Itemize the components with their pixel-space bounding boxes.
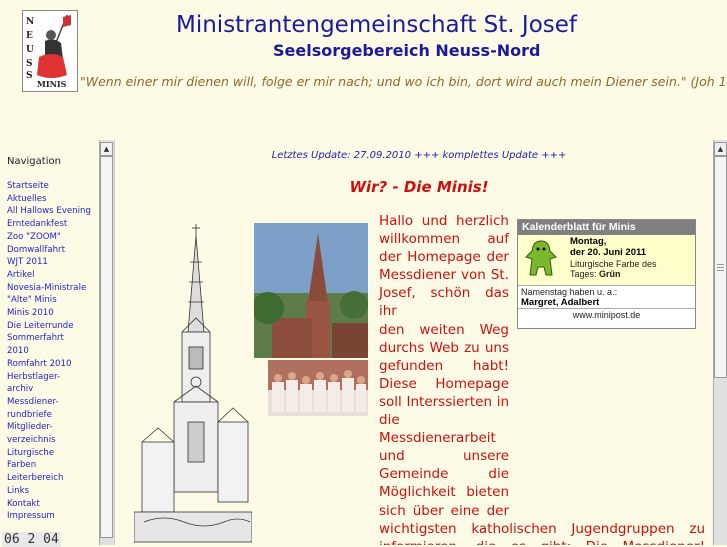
intro-line: Messdiener von St.	[379, 267, 509, 284]
page-heading: Wir? - Die Minis!	[349, 178, 489, 196]
intro-line: willkommen auf	[379, 231, 509, 248]
group-photo	[268, 360, 368, 416]
calendar-body: Montag, der 20. Juni 2011 Liturgische Fa…	[518, 235, 695, 286]
navigation-scrollbar[interactable]: ▲	[99, 140, 114, 545]
nav-link[interactable]: Mitglieder-	[7, 421, 97, 434]
intro-line: durchs Web zu uns	[379, 339, 509, 356]
intro-line: die	[379, 412, 400, 429]
nav-link[interactable]: Die Leiterrunde	[7, 320, 97, 333]
site-title: Ministrantengemeinschaft St. Josef	[176, 12, 577, 38]
church-drawing-image	[134, 224, 252, 543]
liturgical-color-row: Tages: Grün	[570, 269, 621, 279]
intro-line: der Homepage der	[379, 249, 509, 266]
nav-link[interactable]: Novesia-Ministrale	[7, 282, 97, 295]
main-scroll-up-icon[interactable]: ▲	[714, 142, 727, 156]
intro-line: Möglichkeit bieten	[379, 484, 509, 501]
calendar-title: Kalenderblatt für Minis	[518, 220, 695, 235]
navigation-frame: Navigation Startseite Aktuelles All Hallow…	[0, 140, 115, 547]
nav-link[interactable]: Sommerfahrt	[7, 332, 97, 345]
main-content-frame: Letztes Update: 27.09.2010 +++ komplette…	[129, 140, 713, 545]
intro-line: Messdienerarbeit	[379, 430, 496, 447]
intro-line: sich über eine der	[379, 502, 509, 519]
nav-link[interactable]: Artikel	[7, 269, 97, 282]
intro-line: informieren, die es gibt: Die Messdiener…	[379, 538, 705, 545]
intro-line: Hallo und herzlich	[379, 213, 509, 229]
name-day-names: Margret, Adalbert	[518, 297, 695, 309]
liturgical-color-label-2: Tages:	[570, 269, 597, 279]
nav-link[interactable]: Erntedankfest	[7, 218, 97, 231]
nav-link[interactable]: Minis 2010	[7, 307, 97, 320]
nav-link[interactable]: Leiterbereich	[7, 472, 97, 485]
nav-link[interactable]: Links	[7, 485, 97, 498]
intro-line: Josef, schön das ihr	[379, 285, 509, 320]
nav-link[interactable]: Domwallfahrt	[7, 244, 97, 257]
nav-link[interactable]: verzeichnis	[7, 434, 97, 447]
last-update-notice: Letztes Update: 27.09.2010 +++ komplette…	[271, 150, 567, 161]
nav-link[interactable]: Romfahrt 2010	[7, 358, 97, 371]
main-scrollbar[interactable]: ▲	[713, 140, 727, 545]
intro-line: soll Interssierten in	[379, 393, 509, 410]
page-header: N E U S S MINIS Ministrantengemeinschaft…	[0, 0, 727, 128]
nav-link[interactable]: Herbstlager-	[7, 371, 97, 384]
nav-link[interactable]: "Alte" Minis	[7, 294, 97, 307]
bible-quote: "Wenn einer mir dienen will, folge er mi…	[80, 74, 727, 89]
calendar-widget[interactable]: Kalenderblatt für Minis Montag, der 20. …	[517, 219, 696, 329]
scroll-thumb[interactable]	[100, 156, 113, 538]
main-scroll-thumb[interactable]	[714, 156, 727, 378]
intro-line: gefunden habt!	[379, 357, 509, 374]
logo-word: MINIS	[37, 79, 67, 89]
nav-link[interactable]: archiv	[7, 383, 97, 396]
intro-line: den weiten Weg	[379, 321, 509, 338]
nav-link[interactable]: WJT 2011	[7, 256, 97, 269]
nav-link[interactable]: rundbriefe	[7, 409, 97, 422]
nav-link[interactable]: Zoo "ZOOM"	[7, 231, 97, 244]
nav-link[interactable]: Startseite	[7, 180, 97, 193]
intro-line: Diese Homepage	[379, 375, 509, 392]
logo-letter-s1: S	[26, 59, 33, 69]
nav-link[interactable]: Impressum	[7, 510, 97, 523]
nav-link[interactable]: 2010	[7, 345, 97, 358]
minipost-link[interactable]: www.minipost.de	[518, 309, 695, 320]
nav-link[interactable]: Liturgische	[7, 447, 97, 460]
site-subtitle: Seelsorgebereich Neuss-Nord	[273, 41, 541, 60]
intro-line: Gemeinde die	[379, 466, 509, 483]
navigation-title: Navigation	[7, 156, 61, 167]
navigation-list: Startseite Aktuelles All Hallows Evening Er…	[7, 180, 97, 523]
name-day-label: Namenstag haben u. a.:	[521, 287, 618, 297]
nav-link[interactable]: All Hallows Evening	[7, 205, 97, 218]
logo-letter-u: U	[26, 45, 34, 55]
liturgical-color-label: Liturgische Farbe des	[570, 259, 657, 269]
nav-link[interactable]: Aktuelles	[7, 193, 97, 206]
minis-logo[interactable]: N E U S S MINIS	[22, 10, 78, 92]
scroll-up-icon[interactable]: ▲	[100, 142, 113, 156]
intro-line: und unsere	[379, 448, 509, 465]
nav-link[interactable]: Farben	[7, 459, 97, 472]
logo-letter-s2: S	[26, 71, 33, 81]
calendar-date: der 20. Juni 2011	[570, 247, 647, 258]
logo-letter-n: N	[26, 17, 35, 27]
minipost-figure-icon	[525, 240, 557, 276]
nav-link[interactable]: Messdiener-	[7, 396, 97, 409]
intro-line: wichtigsten katholischen Jugendgruppen z…	[379, 520, 705, 537]
calendar-weekday: Montag,	[570, 236, 607, 247]
nav-link[interactable]: Kontakt	[7, 498, 97, 511]
church-photo	[254, 223, 368, 358]
liturgical-color-value: Grün	[599, 269, 621, 279]
logo-letter-e: E	[26, 31, 33, 41]
